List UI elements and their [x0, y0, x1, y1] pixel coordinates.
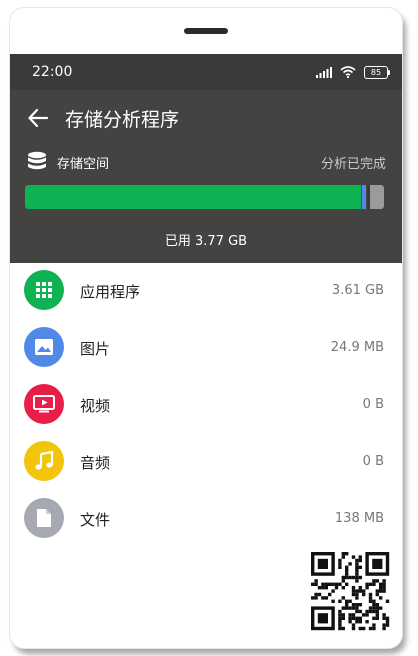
wifi-icon [340, 66, 356, 78]
category-size: 0 B [362, 397, 384, 412]
signal-icon [316, 66, 332, 78]
battery-icon: 85 [364, 65, 390, 79]
category-images[interactable]: 图片 24.9 MB [10, 320, 402, 377]
status-bar: 22:00 85 [10, 54, 402, 90]
analysis-status: 分析已完成 [320, 157, 386, 172]
category-size: 24.9 MB [330, 340, 384, 355]
images-icon-circle [24, 327, 64, 367]
back-arrow-icon [28, 109, 48, 127]
video-icon [33, 395, 55, 413]
status-icons: 85 [316, 64, 390, 80]
battery-level: 85 [370, 67, 382, 77]
qr-code [310, 548, 390, 634]
back-button[interactable] [24, 104, 52, 132]
category-files[interactable]: 文件 138 MB [10, 491, 402, 548]
category-size: 3.61 GB [331, 283, 384, 298]
status-time: 22:00 [32, 64, 73, 80]
apps-icon-circle [24, 270, 64, 310]
apps-grid-icon [36, 282, 52, 298]
document-icon [37, 509, 51, 527]
category-label: 图片 [80, 340, 111, 358]
database-icon [28, 151, 46, 170]
storage-row: 存储空间 分析已完成 [26, 150, 386, 172]
toolbar: 存储分析程序 [10, 90, 402, 146]
category-audio[interactable]: 音频 0 B [10, 434, 402, 491]
category-size: 0 B [362, 454, 384, 469]
category-label: 应用程序 [80, 283, 141, 301]
files-icon-circle [24, 498, 64, 538]
music-icon [35, 451, 54, 470]
page-title: 存储分析程序 [65, 109, 180, 131]
category-label: 视频 [80, 397, 111, 415]
image-icon [35, 339, 53, 355]
used-storage-text: 已用 3.77 GB [164, 234, 248, 249]
phone-frame: 22:00 85 存储分析程序 存储空间 分析已完成 已用 3.77 GB 应用… [10, 8, 402, 648]
category-list: 应用程序 3.61 GB 图片 24.9 MB 视频 0 B 音频 0 B 文件… [10, 263, 402, 548]
storage-bar-used [25, 185, 361, 209]
video-icon-circle [24, 384, 64, 424]
category-label: 文件 [80, 511, 111, 529]
speaker [184, 28, 228, 34]
storage-label: 存储空间 [57, 157, 110, 172]
category-video[interactable]: 视频 0 B [10, 377, 402, 434]
header: 22:00 85 存储分析程序 存储空间 分析已完成 已用 3.77 GB [10, 54, 402, 263]
category-size: 138 MB [334, 511, 384, 526]
storage-bar-free [370, 185, 384, 209]
audio-icon-circle [24, 441, 64, 481]
category-apps[interactable]: 应用程序 3.61 GB [10, 263, 402, 320]
screen: 22:00 85 存储分析程序 存储空间 分析已完成 已用 3.77 GB 应用… [10, 54, 402, 648]
storage-bar [25, 185, 384, 209]
storage-bar-images-segment [362, 185, 366, 209]
category-label: 音频 [80, 454, 111, 472]
